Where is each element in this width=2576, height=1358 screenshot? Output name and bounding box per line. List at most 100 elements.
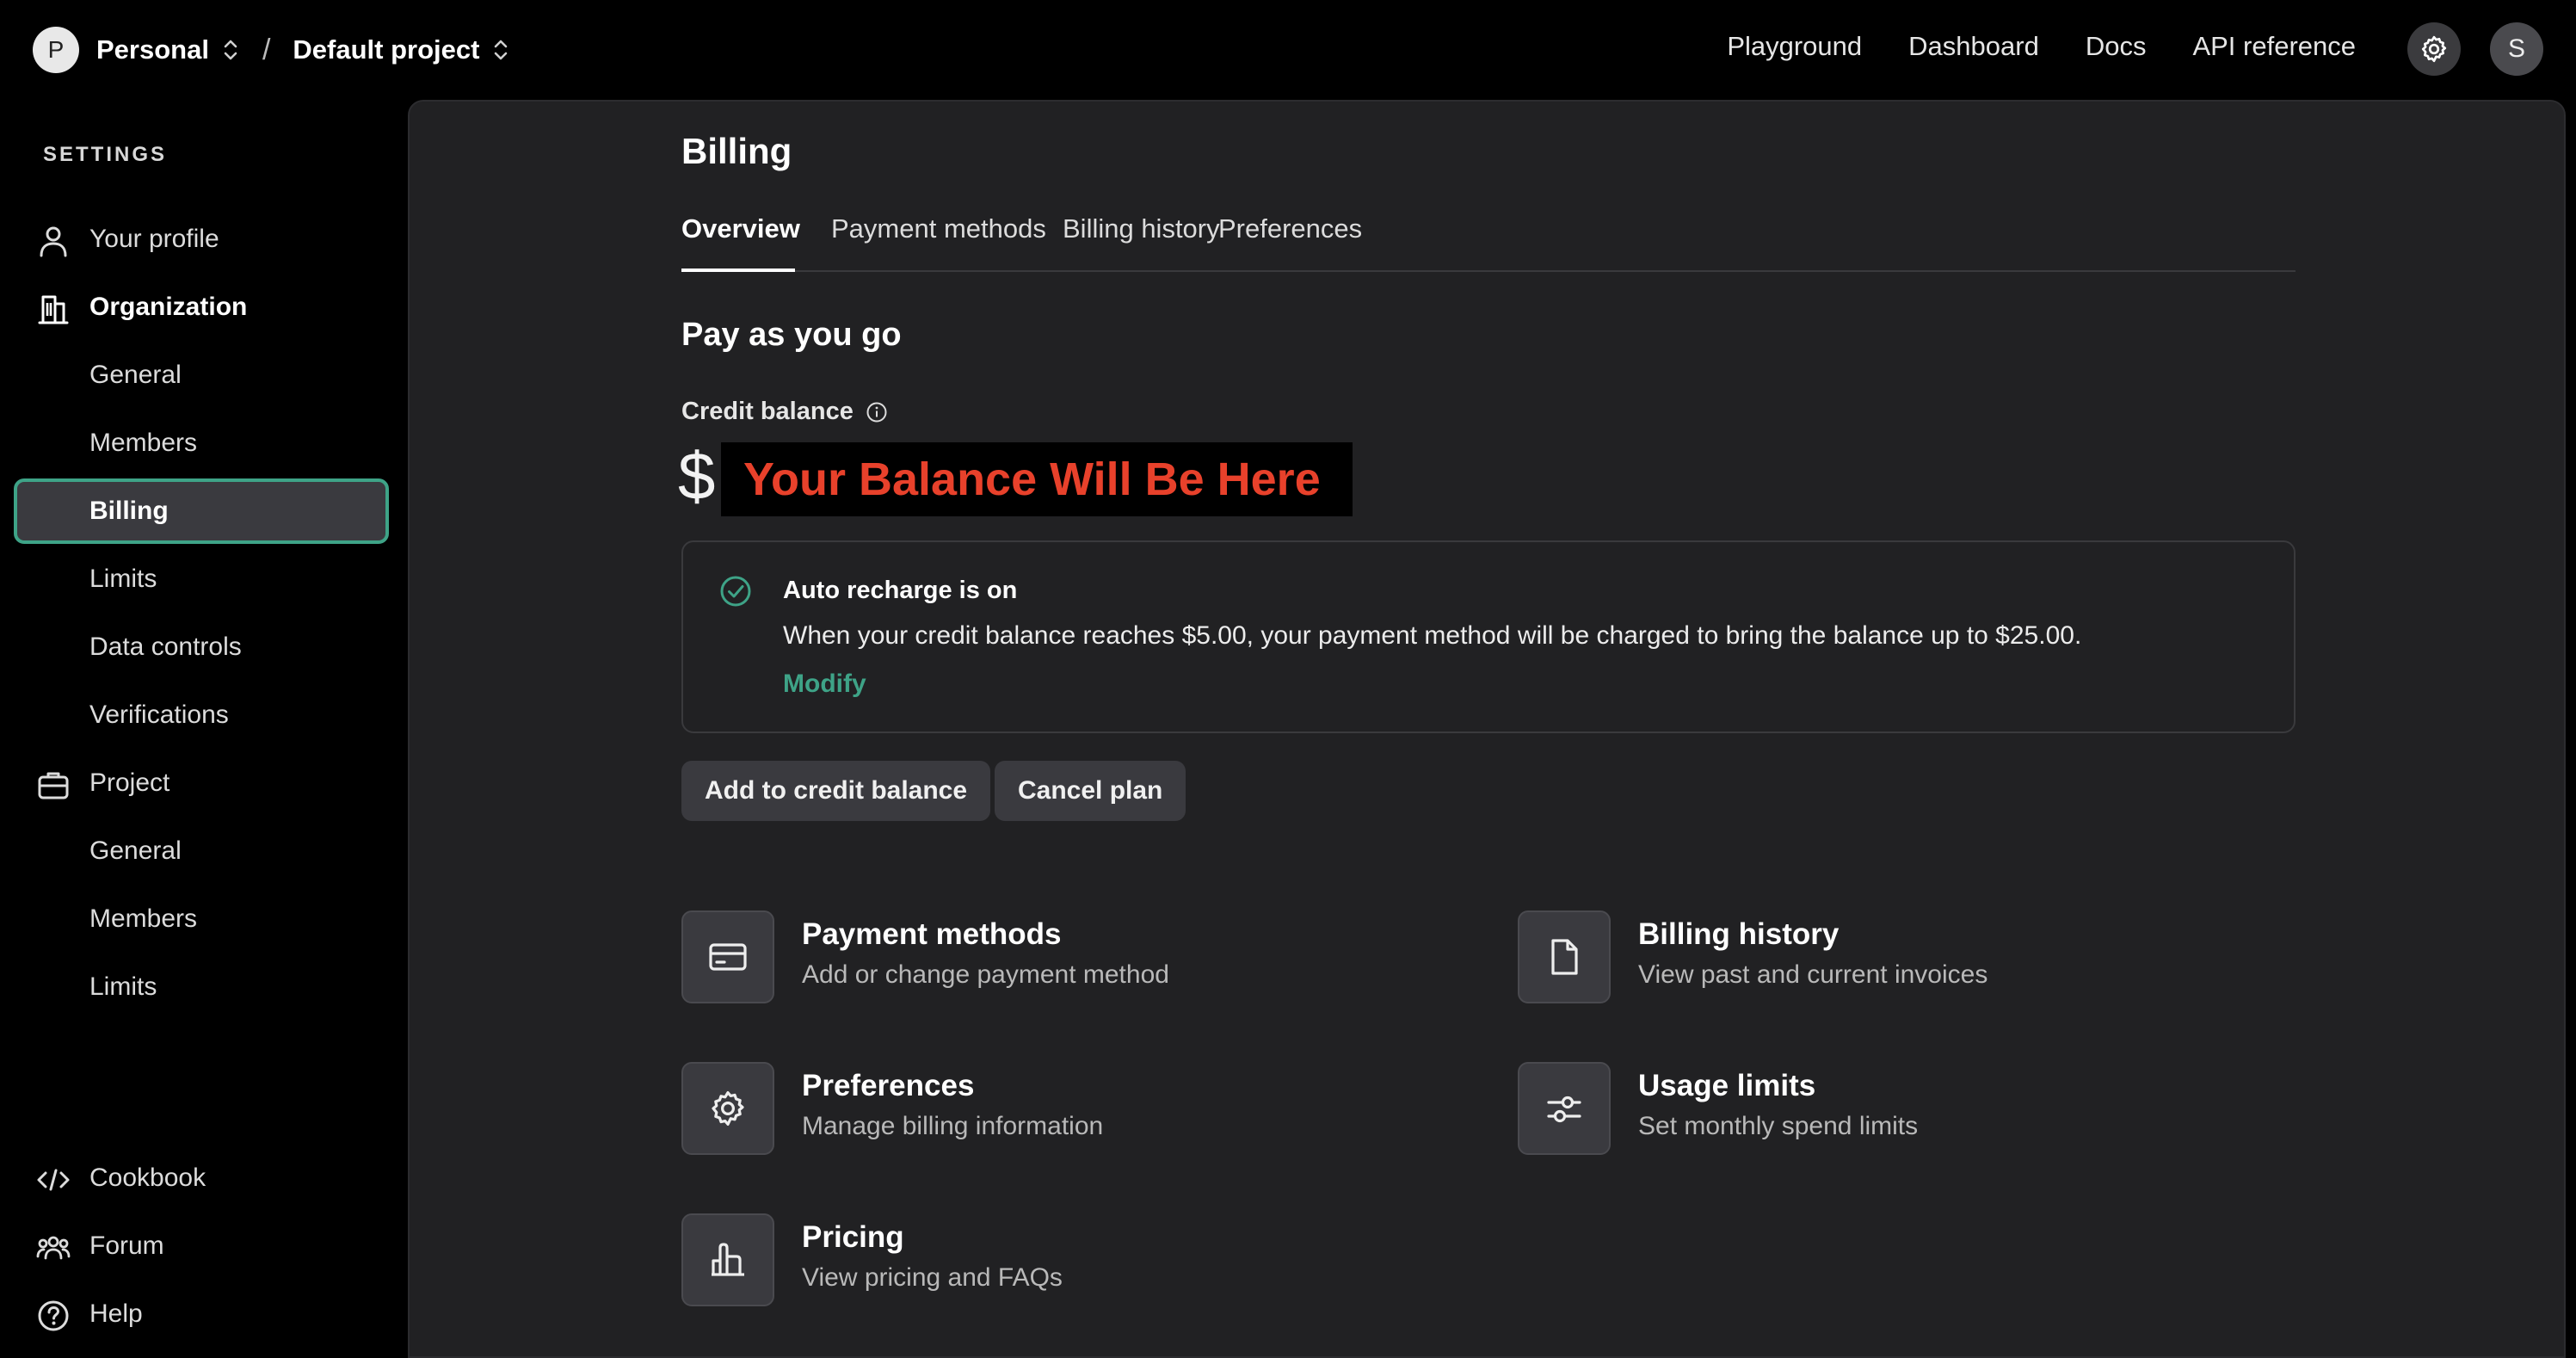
- add-to-credit-balance-button[interactable]: Add to credit balance: [681, 761, 991, 821]
- auto-recharge-title: Auto recharge is on: [783, 577, 1018, 604]
- breadcrumb-separator: /: [262, 33, 271, 66]
- tab-overview[interactable]: Overview: [681, 213, 800, 244]
- tab-billing-history[interactable]: Billing history: [1063, 213, 1220, 244]
- card-icon-box: [681, 1213, 774, 1306]
- card-usage-limits[interactable]: Usage limits Set monthly spend limits: [1518, 1062, 2292, 1155]
- credit-card-icon: [709, 943, 747, 971]
- balance-redaction-box: Your Balance Will Be Here: [721, 442, 1353, 516]
- code-icon: [37, 1169, 70, 1191]
- org-switcher[interactable]: Personal: [96, 34, 209, 65]
- balance-placeholder: Your Balance Will Be Here: [743, 454, 1321, 505]
- settings-button[interactable]: [2407, 22, 2461, 76]
- page-title: Billing: [681, 131, 792, 171]
- main-panel: Billing Overview Payment methods Billing…: [408, 100, 2566, 1358]
- sidebar-item-label: Help: [89, 1299, 143, 1328]
- nav-docs[interactable]: Docs: [2086, 31, 2147, 62]
- sidebar-item-label: Members: [89, 429, 198, 457]
- modify-link[interactable]: Modify: [783, 670, 866, 699]
- sidebar-item-label: Your profile: [89, 225, 219, 253]
- card-subtitle: View pricing and FAQs: [802, 1263, 1063, 1292]
- check-circle-icon: [720, 576, 751, 607]
- chevron-up-down-icon[interactable]: [221, 37, 240, 63]
- sidebar-item-label: Project: [89, 769, 170, 797]
- auto-recharge-panel: Auto recharge is on When your credit bal…: [681, 540, 2296, 733]
- sidebar-item-data-controls[interactable]: Data controls: [14, 614, 389, 680]
- breadcrumb: P Personal / Default project: [33, 25, 510, 75]
- card-icon-box: [681, 1062, 774, 1155]
- card-billing-history[interactable]: Billing history View past and current in…: [1518, 910, 2292, 1003]
- sidebar-heading: SETTINGS: [43, 143, 168, 166]
- sidebar-item-label: General: [89, 836, 182, 865]
- card-icon-box: [1518, 1062, 1611, 1155]
- card-icon-box: [681, 910, 774, 1003]
- briefcase-icon: [38, 772, 69, 799]
- credit-balance-label-text: Credit balance: [681, 398, 854, 425]
- people-icon: [36, 1236, 71, 1260]
- sidebar-item-project-general[interactable]: General: [14, 818, 389, 884]
- sidebar-item-org-members[interactable]: Members: [14, 410, 389, 476]
- card-subtitle: Set monthly spend limits: [1638, 1112, 1919, 1140]
- sidebar-item-help[interactable]: Help: [14, 1281, 389, 1347]
- gear-icon: [712, 1091, 744, 1126]
- sidebar-item-label: Forum: [89, 1231, 164, 1260]
- sliders-icon: [1547, 1096, 1581, 1123]
- section-title: Pay as you go: [681, 317, 902, 353]
- bar-chart-icon: [712, 1243, 744, 1276]
- user-avatar[interactable]: S: [2490, 22, 2543, 76]
- person-icon: [40, 226, 67, 257]
- sidebar-item-org-limits[interactable]: Limits: [14, 546, 389, 612]
- card-preferences[interactable]: Preferences Manage billing information: [681, 1062, 1456, 1155]
- sidebar-item-project[interactable]: Project: [14, 750, 389, 816]
- sidebar-item-label: Billing: [89, 497, 169, 525]
- sidebar-item-verifications[interactable]: Verifications: [14, 682, 389, 748]
- chevron-up-down-icon[interactable]: [491, 37, 510, 63]
- building-icon: [38, 295, 69, 324]
- top-bar: P Personal / Default project Playground …: [0, 0, 2576, 100]
- card-title: Billing history: [1638, 917, 1840, 951]
- sidebar-item-label: General: [89, 361, 182, 389]
- card-title: Usage limits: [1638, 1069, 1816, 1102]
- sidebar-item-organization[interactable]: Organization: [14, 275, 389, 340]
- card-subtitle: Manage billing information: [802, 1112, 1104, 1140]
- nav-dashboard[interactable]: Dashboard: [1908, 31, 2039, 62]
- sidebar-item-project-limits[interactable]: Limits: [14, 954, 389, 1020]
- nav-api-reference[interactable]: API reference: [2192, 31, 2356, 62]
- tab-payment-methods[interactable]: Payment methods: [831, 213, 1046, 244]
- org-avatar[interactable]: P: [33, 27, 79, 73]
- sidebar-item-label: Members: [89, 904, 198, 933]
- sidebar-item-project-members[interactable]: Members: [14, 886, 389, 952]
- sidebar-item-billing[interactable]: Billing: [14, 478, 389, 544]
- card-title: Pricing: [802, 1220, 904, 1254]
- help-icon: [38, 1300, 69, 1331]
- sidebar-item-forum[interactable]: Forum: [14, 1213, 389, 1279]
- sidebar-item-label: Limits: [89, 565, 157, 593]
- card-title: Payment methods: [802, 917, 1062, 951]
- credit-balance-label: Credit balance: [681, 398, 888, 426]
- sidebar-item-your-profile[interactable]: Your profile: [14, 207, 389, 272]
- card-subtitle: Add or change payment method: [802, 960, 1169, 989]
- sidebar-item-label: Cookbook: [89, 1164, 206, 1192]
- sidebar-item-label: Limits: [89, 972, 157, 1001]
- sidebar-item-label: Data controls: [89, 633, 242, 661]
- document-icon: [1551, 939, 1578, 975]
- gear-icon: [2421, 35, 2447, 63]
- cancel-plan-button[interactable]: Cancel plan: [995, 761, 1186, 821]
- card-icon-box: [1518, 910, 1611, 1003]
- info-icon[interactable]: [866, 401, 888, 423]
- nav-playground[interactable]: Playground: [1727, 31, 1862, 62]
- auto-recharge-description: When your credit balance reaches $5.00, …: [783, 621, 2082, 650]
- sidebar-item-label: Verifications: [89, 701, 229, 729]
- sidebar-item-org-general[interactable]: General: [14, 343, 389, 408]
- project-switcher[interactable]: Default project: [293, 34, 479, 65]
- sidebar: SETTINGS Your profile Organization Gener…: [0, 100, 404, 1358]
- card-subtitle: View past and current invoices: [1638, 960, 1988, 989]
- sidebar-item-label: Organization: [89, 293, 248, 321]
- card-payment-methods[interactable]: Payment methods Add or change payment me…: [681, 910, 1456, 1003]
- card-pricing[interactable]: Pricing View pricing and FAQs: [681, 1213, 1456, 1306]
- tab-preferences[interactable]: Preferences: [1218, 213, 1362, 244]
- active-tab-indicator: [681, 269, 795, 272]
- currency-symbol: $: [678, 438, 716, 514]
- billing-tabs: Overview Payment methods Billing history…: [681, 213, 2296, 272]
- card-title: Preferences: [802, 1069, 975, 1102]
- sidebar-item-cookbook[interactable]: Cookbook: [14, 1145, 389, 1211]
